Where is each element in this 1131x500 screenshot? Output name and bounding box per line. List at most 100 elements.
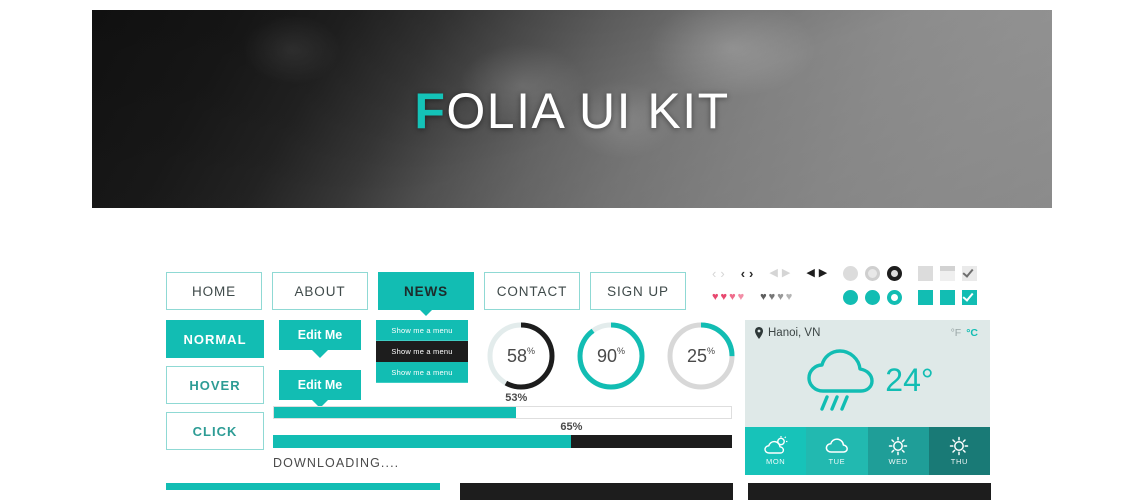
weather-temperature: 24° [885,361,934,398]
chevron-right-dark-icon[interactable]: › [749,267,753,280]
progress-ring-90-label: 90% [596,345,626,366]
forecast-day-wed[interactable]: WED [867,427,929,475]
heart-pink-1-icon[interactable]: ♥ [712,292,719,303]
nav-item-news[interactable]: NEWS [378,272,474,310]
radio-empty-gray-icon[interactable] [843,266,859,281]
bottom-card-dark-1[interactable] [460,483,733,500]
button-hover[interactable]: HOVER [166,366,264,404]
checkbox-filled-teal-2-icon[interactable] [940,290,956,305]
icon-set: ‹ › ‹ › ◀ ▶ ◀ ▶ ♥ ♥ ♥ ♥ ♥ ♥ ♥ ♥ [712,266,978,305]
menu-item-3[interactable]: Show me a menu [376,362,468,383]
chevron-left-dark-icon[interactable]: ‹ [741,267,745,280]
progress-ring-58-label: 58% [506,345,536,366]
weather-widget: Hanoi, VN °F °C 24° MON TUE WED THU [745,320,990,475]
sun-icon [950,436,969,456]
nav-item-sign-up[interactable]: SIGN UP [590,272,686,310]
edit-me-tooltip-1[interactable]: Edit Me [279,320,361,350]
weather-forecast: MON TUE WED THU [745,427,990,475]
hero-banner: FOLIA UI KIT [92,10,1052,208]
checkbox-group-teal [918,290,978,305]
progress-ring-90: 90% [575,320,647,392]
ui-kit-page: FOLIA UI KIT HOME ABOUT NEWS CONTACT SIG… [0,0,1131,500]
triangle-left-dark-icon[interactable]: ◀ [806,268,814,279]
triangle-group-dark: ◀ ▶ [806,268,827,279]
radio-filled-teal-2-icon[interactable] [865,290,881,305]
edit-me-tooltip-2[interactable]: Edit Me [279,370,361,400]
menu-item-2-selected[interactable]: Show me a menu [376,341,468,362]
progress-bar-65-value: 65% [560,421,583,433]
checkbox-checked-teal-icon[interactable] [962,290,978,305]
heart-gray-1-icon[interactable]: ♥ [760,292,767,303]
progress-ring-25: 25% [665,320,737,392]
progress-ring-25-label: 25% [686,345,716,366]
radio-ring-teal-icon[interactable] [887,290,903,305]
sun-icon [888,436,908,456]
bottom-card-teal-cap [166,483,440,490]
location-pin-icon [755,327,763,339]
button-click[interactable]: CLICK [166,412,264,450]
tooltip-buttons-group: Edit Me Edit Me [279,320,361,400]
chevron-group-dark: ‹ › [741,267,754,280]
icon-row-top: ‹ › ‹ › ◀ ▶ ◀ ▶ [712,266,978,281]
heart-pink-2-icon[interactable]: ♥ [721,292,728,303]
forecast-day-wed-label: WED [888,457,908,466]
chevron-group-light: ‹ › [712,267,725,280]
radio-group-gray [843,266,903,281]
unit-celsius[interactable]: °C [966,327,978,339]
nav-item-home[interactable]: HOME [166,272,262,310]
heart-pink-4-icon[interactable]: ♥ [738,292,745,303]
progress-bar-53-track[interactable] [273,406,732,419]
bottom-card-dark-2[interactable] [748,483,991,500]
dropdown-menu: Show me a menu Show me a menu Show me a … [376,320,468,383]
checkbox-group-gray [918,266,978,281]
button-normal[interactable]: NORMAL [166,320,264,358]
nav-item-contact[interactable]: CONTACT [484,272,580,310]
progress-bar-row-65: 65% [273,421,732,448]
heart-gray-3-icon[interactable]: ♥ [777,292,784,303]
checkbox-half-gray-icon[interactable] [940,266,956,281]
radio-group-teal [843,290,903,305]
progress-bar-65-track[interactable] [273,435,732,448]
triangle-right-light-icon[interactable]: ▶ [782,268,790,279]
triangle-group-light: ◀ ▶ [769,268,790,279]
title-rest: OLIA UI KIT [446,83,730,139]
forecast-day-mon[interactable]: MON [745,427,807,475]
title-accent-letter: F [414,83,447,139]
progress-bar-53-fill [274,407,517,418]
unit-fahrenheit[interactable]: °F [951,327,962,339]
checkbox-checked-gray-icon[interactable] [962,266,978,281]
radio-ring-gray-icon[interactable] [865,266,881,281]
heart-group-gray: ♥ ♥ ♥ ♥ [760,292,792,303]
button-states-group: NORMAL HOVER CLICK [166,320,264,450]
forecast-day-tue[interactable]: TUE [806,427,868,475]
menu-item-1[interactable]: Show me a menu [376,320,468,341]
chevron-right-light-icon[interactable]: › [720,267,724,280]
nav-item-about[interactable]: ABOUT [272,272,368,310]
bottom-card-teal[interactable] [166,483,440,500]
chevron-left-light-icon[interactable]: ‹ [712,267,716,280]
weather-city-label: Hanoi, VN [768,327,821,339]
heart-group-pink: ♥ ♥ ♥ ♥ [712,292,744,303]
heart-gray-2-icon[interactable]: ♥ [769,292,776,303]
checkbox-empty-gray-icon[interactable] [918,266,934,281]
weather-current: 24° [745,347,990,413]
radio-filled-teal-1-icon[interactable] [843,290,859,305]
rain-cloud-icon [807,349,874,411]
circular-progress-group: 58% 90% 25% [485,320,737,392]
forecast-day-thu-label: THU [950,457,968,466]
forecast-day-tue-label: TUE [828,457,846,466]
progress-ring-58: 58% [485,320,557,392]
triangle-left-light-icon[interactable]: ◀ [769,268,777,279]
heart-gray-4-icon[interactable]: ♥ [786,292,793,303]
triangle-right-dark-icon[interactable]: ▶ [819,268,827,279]
progress-bar-53-value: 53% [505,392,528,404]
heart-pink-3-icon[interactable]: ♥ [729,292,736,303]
progress-bar-65-fill [273,435,572,448]
radio-filled-dark-icon[interactable] [887,266,903,281]
main-navigation: HOME ABOUT NEWS CONTACT SIGN UP [166,272,686,310]
weather-unit-toggle[interactable]: °F °C [951,327,978,339]
icon-row-bottom: ♥ ♥ ♥ ♥ ♥ ♥ ♥ ♥ [712,290,978,305]
downloading-status-text: DOWNLOADING.... [273,456,400,470]
forecast-day-thu[interactable]: THU [928,427,990,475]
checkbox-filled-teal-1-icon[interactable] [918,290,934,305]
